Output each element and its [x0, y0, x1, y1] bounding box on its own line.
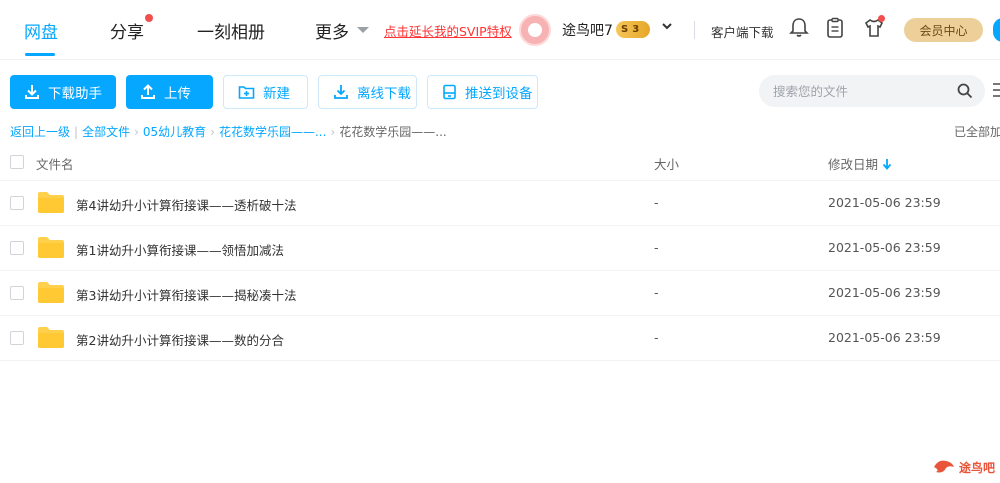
offline-download-button[interactable]: 离线下载 [318, 75, 417, 109]
watermark: 途鸟吧 [932, 457, 995, 477]
download-helper-button[interactable]: 下载助手 [10, 75, 116, 109]
upload-label: 上传 [164, 86, 191, 102]
breadcrumb-separator: › [210, 124, 215, 139]
nav-divider [694, 21, 695, 39]
bird-logo-icon [934, 460, 954, 473]
file-date: 2021-05-06 23:59 [828, 240, 941, 255]
breadcrumb-item-all-files[interactable]: 全部文件 [82, 123, 130, 140]
download-icon [25, 85, 39, 99]
file-name[interactable]: 第2讲幼升小计算衔接课——数的分合 [76, 330, 284, 349]
folder-icon [37, 280, 65, 308]
table-header: 文件名 大小 修改日期 [0, 145, 1000, 181]
vip-level-badge[interactable]: S 3 [616, 21, 650, 38]
search-input[interactable] [773, 82, 953, 100]
push-to-device-label: 推送到设备 [465, 86, 533, 102]
bell-icon[interactable] [789, 17, 811, 39]
folder-icon [37, 235, 65, 263]
push-to-device-button[interactable]: 推送到设备 [427, 75, 538, 109]
row-checkbox[interactable] [10, 286, 24, 300]
file-date: 2021-05-06 23:59 [828, 195, 941, 210]
table-row[interactable]: 第3讲幼升小计算衔接课——揭秘凑十法 - 2021-05-06 23:59 [0, 271, 1000, 316]
table-row[interactable]: 第1讲幼升小算衔接课——领悟加减法 - 2021-05-06 23:59 [0, 226, 1000, 271]
tab-more[interactable]: 更多 [315, 18, 349, 43]
column-date-header[interactable]: 修改日期 [828, 154, 878, 173]
folder-icon [37, 190, 65, 218]
file-size: - [654, 285, 659, 300]
file-date: 2021-05-06 23:59 [828, 285, 941, 300]
download-helper-label: 下载助手 [48, 86, 102, 102]
top-navigation: 网盘 分享 一刻相册 更多 点击延长我的SVIP特权 途鸟吧7 S 3 客户端下… [0, 0, 1000, 60]
breadcrumb-item-early-education[interactable]: 05幼儿教育 [143, 123, 206, 140]
file-date: 2021-05-06 23:59 [828, 330, 941, 345]
select-all-checkbox[interactable] [10, 155, 24, 169]
offline-download-icon [334, 85, 348, 99]
breadcrumb-back[interactable]: 返回上一级 [10, 123, 70, 140]
new-folder-button[interactable]: 新建 [223, 75, 308, 109]
upload-button[interactable]: 上传 [126, 75, 213, 109]
avatar-face-icon [528, 23, 542, 37]
row-checkbox[interactable] [10, 196, 24, 210]
search-box [759, 75, 985, 107]
tshirt-notification-dot [878, 15, 885, 22]
row-checkbox[interactable] [10, 331, 24, 345]
tab-share[interactable]: 分享 [110, 18, 144, 43]
column-size-header[interactable]: 大小 [654, 154, 679, 173]
more-dropdown-icon[interactable] [357, 27, 369, 33]
svip-promo-link[interactable]: 点击延长我的SVIP特权 [384, 21, 512, 40]
upload-icon [141, 84, 155, 99]
edge-action-button[interactable] [993, 18, 1000, 42]
avatar[interactable] [519, 14, 551, 46]
file-name[interactable]: 第4讲幼升小计算衔接课——透析破十法 [76, 195, 296, 214]
new-folder-icon [238, 86, 255, 99]
file-name[interactable]: 第1讲幼升小算衔接课——领悟加减法 [76, 240, 284, 259]
clipboard-icon[interactable] [825, 17, 847, 39]
folder-icon [37, 325, 65, 353]
active-tab-indicator [25, 53, 55, 56]
vip-symbol: S [621, 24, 629, 35]
chevron-down-icon[interactable] [661, 20, 673, 36]
breadcrumb-current: 花花数学乐园——... [339, 125, 447, 139]
file-size: - [654, 195, 659, 210]
member-center-button[interactable]: 会员中心 [904, 18, 983, 42]
table-row[interactable]: 第2讲幼升小计算衔接课——数的分合 - 2021-05-06 23:59 [0, 316, 1000, 361]
search-icon[interactable] [957, 83, 973, 103]
client-download-link[interactable]: 客户端下载 [711, 22, 774, 41]
breadcrumb-separator: › [330, 124, 336, 139]
table-row[interactable]: 第4讲幼升小计算衔接课——透析破十法 - 2021-05-06 23:59 [0, 181, 1000, 226]
column-name-header[interactable]: 文件名 [36, 154, 74, 173]
file-size: - [654, 330, 659, 345]
loaded-status: 已全部加 [954, 125, 1000, 139]
device-icon [443, 84, 456, 100]
tab-moment-album[interactable]: 一刻相册 [197, 18, 265, 43]
list-view-icon[interactable] [993, 82, 1000, 102]
breadcrumb-separator: | [74, 124, 79, 139]
breadcrumb-separator: › [134, 124, 139, 139]
share-notification-dot [145, 14, 153, 22]
breadcrumb-item-math-garden[interactable]: 花花数学乐园——... [219, 123, 326, 140]
new-folder-label: 新建 [263, 86, 290, 102]
breadcrumb: 返回上一级 | 全部文件 › 05幼儿教育 › 花花数学乐园——... › 花花… [10, 123, 447, 140]
sort-descending-icon[interactable] [882, 155, 892, 174]
vip-level: 3 [632, 24, 640, 35]
file-size: - [654, 240, 659, 255]
username[interactable]: 途鸟吧7 [562, 20, 613, 40]
offline-download-label: 离线下载 [357, 86, 411, 102]
file-name[interactable]: 第3讲幼升小计算衔接课——揭秘凑十法 [76, 285, 296, 304]
watermark-text: 途鸟吧 [959, 460, 996, 475]
row-checkbox[interactable] [10, 241, 24, 255]
tab-netdisk[interactable]: 网盘 [24, 18, 58, 43]
